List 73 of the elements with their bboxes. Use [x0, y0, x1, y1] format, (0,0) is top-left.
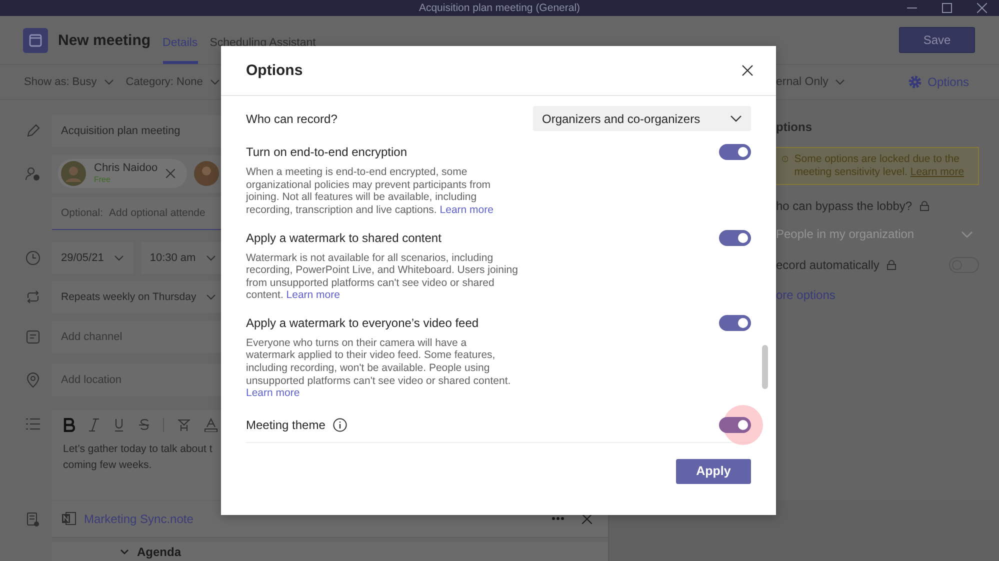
- location-icon: [25, 372, 41, 388]
- setting-description: When a meeting is end-to-end encrypted, some organizational policies may prevent participants from joining. Not all features will be available, including recording, transcription and live captions. Learn more: [246, 166, 494, 216]
- scrollbar[interactable]: [762, 345, 768, 390]
- title-field[interactable]: Acquisition plan meeting: [52, 114, 221, 147]
- toggle-switch[interactable]: [719, 230, 751, 246]
- setting-label: Apply a watermark to everyone’s video feed: [246, 316, 479, 330]
- highlighter-icon[interactable]: [177, 418, 191, 432]
- category-dropdown[interactable]: Category: None: [126, 76, 220, 88]
- agenda-heading: Agenda: [137, 545, 182, 559]
- chevron-down-icon[interactable]: [120, 549, 129, 555]
- setting-label: Meeting theme: [246, 418, 326, 432]
- warning-icon: [782, 153, 788, 165]
- info-icon[interactable]: [333, 418, 348, 432]
- setting-label: Turn on end-to-end encryption: [246, 145, 407, 160]
- chevron-down-icon: [961, 230, 973, 238]
- attendee-name: Chris Naidoo: [94, 162, 158, 174]
- bold-icon[interactable]: [63, 418, 75, 432]
- toggle-switch[interactable]: [719, 416, 751, 433]
- gear-icon: [908, 75, 922, 89]
- calendar-icon: [23, 28, 48, 52]
- sensitivity-dropdown[interactable]: ernal Only: [776, 76, 846, 88]
- remove-icon[interactable]: [166, 169, 175, 178]
- avatar: [194, 161, 219, 186]
- window-title: Acquisition plan meeting (General): [418, 2, 580, 14]
- chevron-down-icon: [210, 79, 220, 85]
- page-title: New meeting: [58, 32, 151, 48]
- pencil-icon: [25, 122, 41, 139]
- setting-description: Watermark is not available for all scenarios, including recording, PowerPoint Live, and Whiteboard. Users joining from unsupported platforms can't see video or shared content. Learn more: [246, 252, 518, 302]
- italic-icon[interactable]: [88, 418, 100, 432]
- add-person-icon: [25, 166, 41, 182]
- strikethrough-icon[interactable]: [138, 418, 150, 432]
- onenote-icon: [62, 512, 76, 525]
- warning-text: Some options are locked due to the meeting sensitivity level. Learn more: [794, 153, 966, 179]
- attendees-field[interactable]: Chris Naidoo Free: [52, 154, 221, 193]
- attendee-chip[interactable]: Chris Naidoo Free: [58, 159, 187, 188]
- chevron-down-icon: [835, 79, 846, 85]
- list-icon: [25, 418, 41, 430]
- setting-label: Apply a watermark to shared content: [246, 230, 442, 244]
- attendee-status: Free: [94, 174, 112, 185]
- learn-more-link[interactable]: Learn more: [910, 166, 964, 178]
- setting-description: Everyone who turns on their camera will have a watermark applied to their video feed. Some features, including recording, won't be available. People using unsupported platforms can't see video or shared content. Learn more: [246, 336, 512, 400]
- close-icon[interactable]: [742, 65, 753, 76]
- chevron-down-icon: [114, 254, 124, 260]
- learn-more-link[interactable]: Learn more: [286, 289, 340, 302]
- record-permission-dropdown[interactable]: Organizers and co-organizers: [533, 106, 751, 132]
- clock-icon: [25, 250, 41, 266]
- chevron-down-icon: [206, 294, 216, 300]
- chevron-down-icon: [730, 115, 742, 122]
- setting-label: ho can bypass the lobby?: [776, 199, 912, 213]
- more-icon[interactable]: [552, 517, 564, 520]
- save-button[interactable]: Save: [899, 27, 975, 53]
- date-picker[interactable]: 29/05/21: [52, 242, 133, 274]
- notes-icon: [25, 512, 41, 526]
- apply-button[interactable]: Apply: [676, 458, 751, 484]
- learn-more-link[interactable]: Learn more: [440, 204, 494, 216]
- tab[interactable]: Scheduling Assistant: [210, 22, 316, 64]
- toggle-switch[interactable]: [719, 314, 751, 331]
- chevron-down-icon: [104, 79, 114, 85]
- toggle-switch[interactable]: [719, 144, 751, 160]
- avatar: [61, 161, 86, 186]
- repeat-icon: [25, 289, 41, 306]
- maximize-icon[interactable]: [942, 3, 952, 13]
- setting-label: ecord automatically: [776, 258, 880, 272]
- font-color-icon[interactable]: [204, 418, 218, 432]
- channel-icon: [25, 330, 41, 344]
- chevron-down-icon: [206, 254, 216, 260]
- dialog-title: Options: [246, 62, 303, 80]
- show-as-dropdown[interactable]: Show as: Busy: [24, 76, 114, 88]
- panel-title: ptions: [776, 120, 813, 134]
- setting-label: Who can record?: [246, 112, 338, 126]
- learn-more-link[interactable]: Learn more: [246, 387, 300, 400]
- close-icon[interactable]: [582, 514, 592, 524]
- underline-icon[interactable]: [113, 418, 125, 432]
